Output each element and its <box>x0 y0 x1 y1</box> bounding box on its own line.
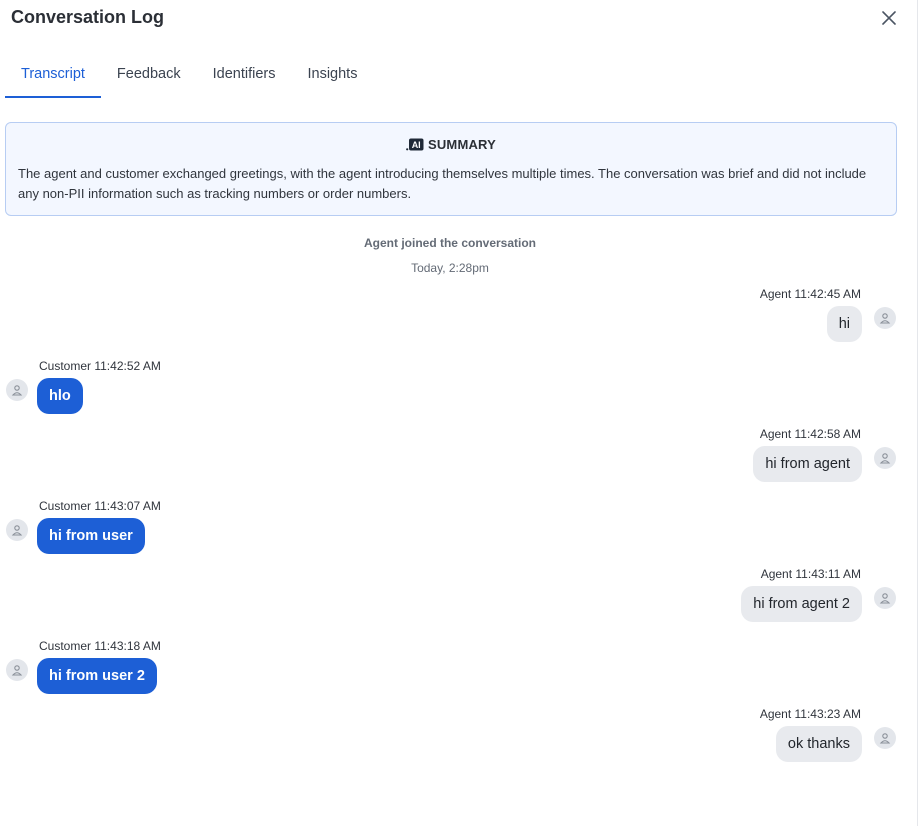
user-avatar-icon <box>879 733 891 744</box>
customer-avatar <box>6 519 28 541</box>
summary-header: AI SUMMARY <box>6 137 896 152</box>
tab-insights[interactable]: Insights <box>291 56 373 98</box>
customer-avatar <box>6 659 28 681</box>
message-bubble-agent: hi from agent <box>753 446 862 482</box>
message-bubble-agent: hi from agent 2 <box>741 586 862 622</box>
tab-bar: Transcript Feedback Identifiers Insights <box>5 56 373 98</box>
message-meta-agent: Agent 11:43:11 AM <box>760 567 861 581</box>
message-bubble-customer: hi from user 2 <box>37 658 157 694</box>
message-bubble-customer: hi from user <box>37 518 145 554</box>
message-meta-customer: Customer 11:43:07 AM <box>39 499 161 513</box>
close-button[interactable] <box>877 6 901 30</box>
user-avatar-icon <box>879 593 891 604</box>
message-bubble-customer: hlo <box>37 378 83 414</box>
user-avatar-icon <box>11 385 23 396</box>
message-meta-agent: Agent 11:42:45 AM <box>759 287 861 301</box>
message-bubble-agent: ok thanks <box>775 726 862 762</box>
close-icon <box>882 11 896 25</box>
svg-text:AI: AI <box>412 140 421 150</box>
system-date-note: Today, 2:28pm <box>411 261 489 275</box>
message-meta-agent: Agent 11:42:58 AM <box>759 427 861 441</box>
user-avatar-icon <box>879 313 891 324</box>
message-meta-customer: Customer 11:42:52 AM <box>39 359 161 373</box>
tab-identifiers[interactable]: Identifiers <box>197 56 292 98</box>
user-avatar-icon <box>11 525 23 536</box>
message-meta-agent: Agent 11:43:23 AM <box>759 707 861 721</box>
summary-card: AI SUMMARY The agent and customer exchan… <box>5 122 897 216</box>
agent-avatar <box>874 587 896 609</box>
message-meta-customer: Customer 11:43:18 AM <box>39 639 161 653</box>
tab-feedback[interactable]: Feedback <box>101 56 197 98</box>
panel-title: Conversation Log <box>11 7 165 27</box>
system-joined-note: Agent joined the conversation <box>363 236 537 250</box>
user-avatar-icon <box>11 665 23 676</box>
agent-avatar <box>874 727 896 749</box>
conversation-log-panel: Conversation Log Transcript Feedback Ide… <box>0 0 918 826</box>
user-avatar-icon <box>879 453 891 464</box>
ai-icon: AI <box>406 138 424 151</box>
summary-title: SUMMARY <box>427 137 497 152</box>
summary-text: The agent and customer exchanged greetin… <box>18 166 867 201</box>
agent-avatar <box>874 307 896 329</box>
customer-avatar <box>6 379 28 401</box>
message-bubble-agent: hi <box>826 306 862 342</box>
tab-transcript[interactable]: Transcript <box>5 56 101 98</box>
agent-avatar <box>874 447 896 469</box>
